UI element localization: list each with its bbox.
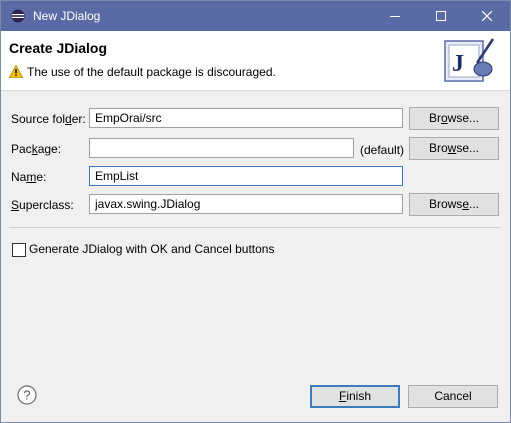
form-area: Source folder: Browse... Package: (defau… [1,91,510,361]
close-button[interactable] [464,1,510,31]
package-browse-button[interactable]: Browse... [409,137,499,160]
source-folder-input[interactable] [89,108,403,128]
close-icon [482,11,492,21]
minimize-icon [390,16,400,17]
maximize-button[interactable] [418,1,464,31]
wizard-header: Create JDialog The use of the default pa… [1,31,510,91]
superclass-browse-button[interactable]: Browse... [409,193,499,216]
superclass-label: Superclass: [11,198,74,212]
finish-button[interactable]: Finish [310,385,400,408]
name-input[interactable] [89,166,403,186]
minimize-button[interactable] [372,1,418,31]
window-title: New JDialog [33,9,101,23]
source-folder-label: Source folder: [11,112,86,126]
dialog-window: New JDialog Create JDialog The use of th… [0,0,511,423]
page-title: Create JDialog [9,40,108,56]
eclipse-icon [11,9,25,23]
generate-buttons-label[interactable]: Generate JDialog with OK and Cancel butt… [29,242,274,256]
maximize-icon [436,11,446,21]
button-bar: ? Finish Cancel [1,371,510,422]
cancel-button[interactable]: Cancel [408,385,498,408]
name-label: Name: [11,170,47,184]
warning-message: The use of the default package is discou… [27,65,276,79]
svg-text:?: ? [23,388,30,403]
superclass-input[interactable] [89,194,403,214]
java-wizard-icon: J [444,38,495,82]
title-bar[interactable]: New JDialog [1,1,510,31]
generate-buttons-checkbox[interactable] [12,243,26,257]
package-input[interactable] [89,138,354,158]
source-folder-browse-button[interactable]: Browse... [409,107,499,130]
package-default-tag: (default) [360,143,405,157]
form-separator [9,227,500,228]
package-label: Package: [11,142,62,156]
banner-letter: J [452,51,464,77]
warning-icon [9,65,23,78]
help-icon[interactable]: ? [17,385,37,405]
